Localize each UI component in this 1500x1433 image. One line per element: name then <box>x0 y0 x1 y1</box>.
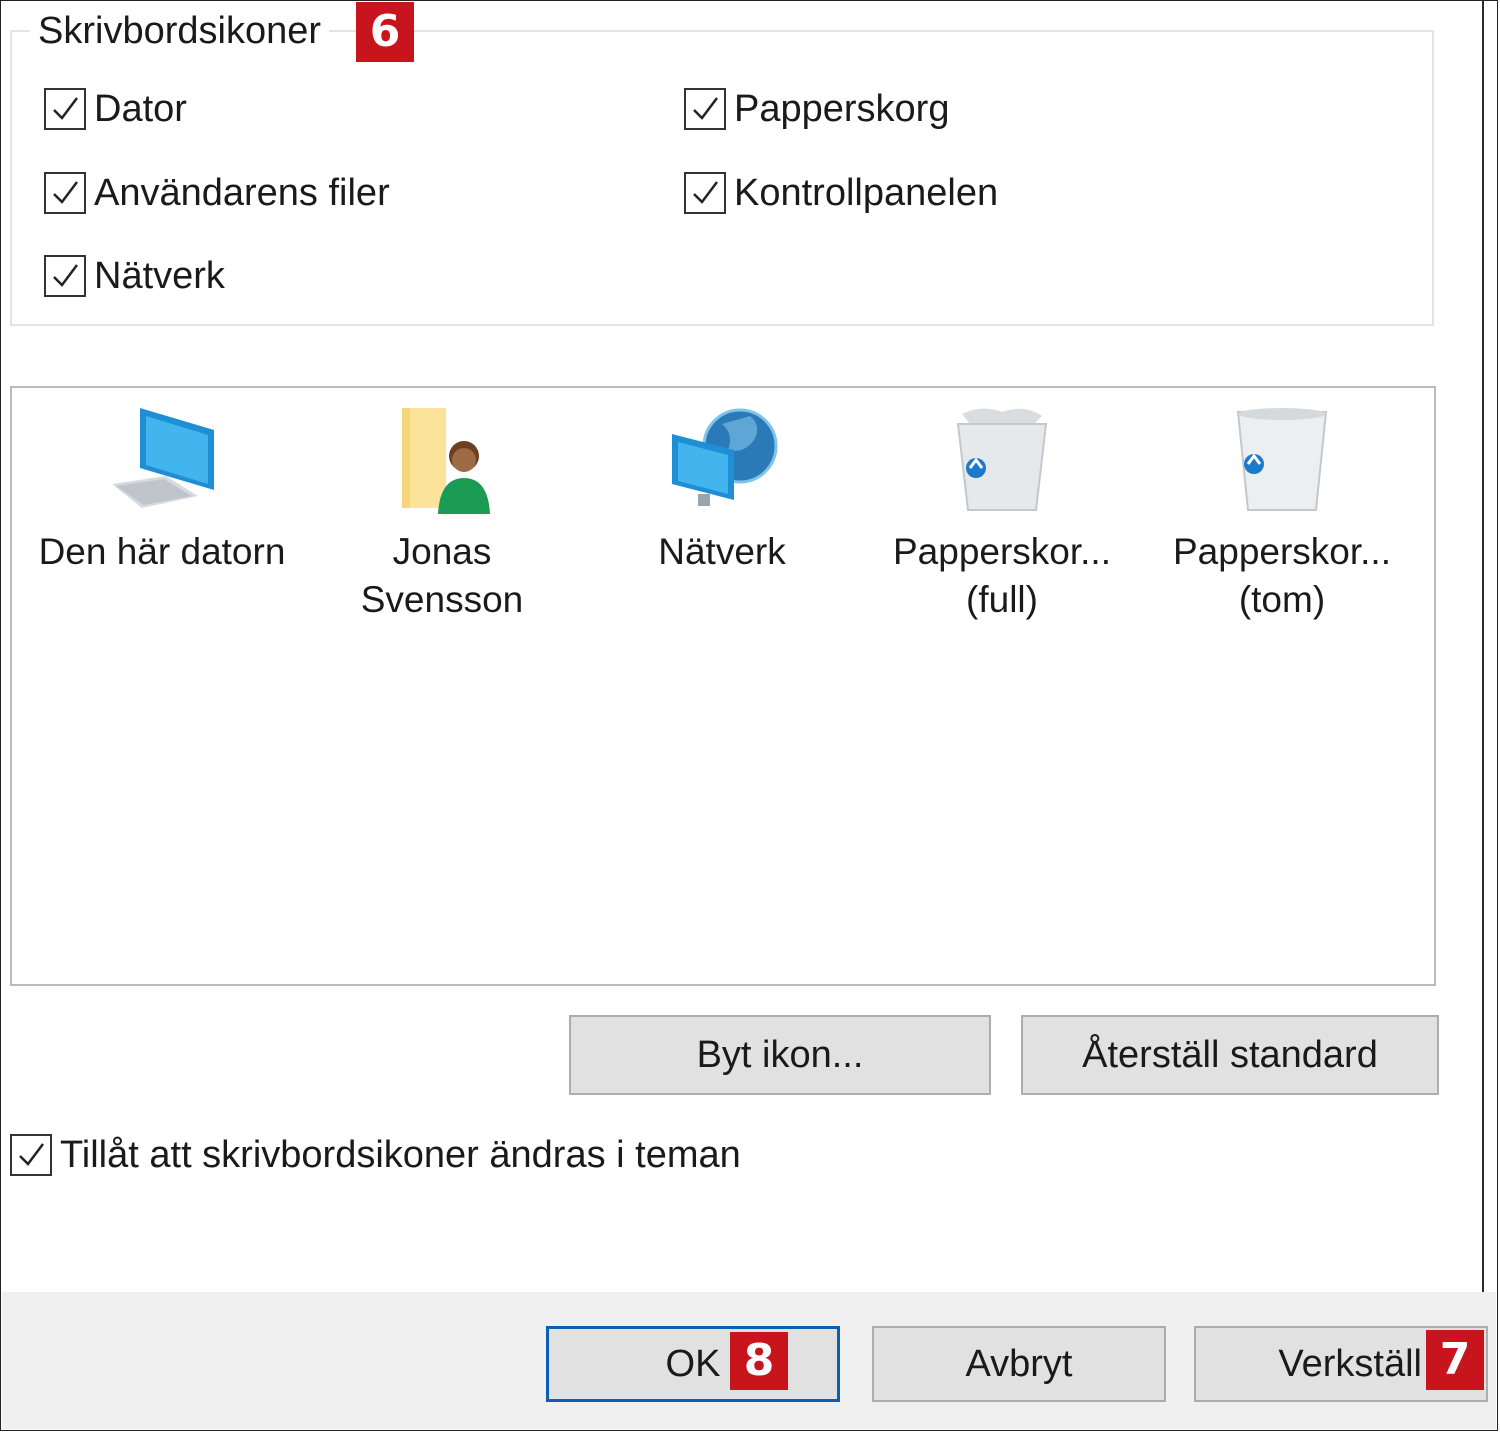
recycle-bin-full-icon <box>942 404 1062 516</box>
computer-icon <box>102 404 222 516</box>
checkbox-control-panel[interactable]: Kontrollpanelen <box>684 168 998 218</box>
icon-list[interactable]: Den här datorn Jonas Svensson Nätverk Pa… <box>10 386 1436 986</box>
recycle-bin-empty-icon <box>1222 404 1342 516</box>
list-item-recycle-bin-full[interactable]: Papperskor... (full) <box>862 404 1142 624</box>
checkbox-label: Användarens filer <box>94 171 390 214</box>
cancel-label: Avbryt <box>965 1342 1073 1385</box>
checkbox-box[interactable] <box>10 1134 52 1176</box>
icon-label-line2: Svensson <box>360 579 524 620</box>
checkbox-box[interactable] <box>684 172 726 214</box>
window-border <box>1482 0 1484 1292</box>
checkbox-label: Papperskorg <box>734 87 950 130</box>
checkbox-label: Kontrollpanelen <box>734 171 999 214</box>
user-folder-icon <box>382 404 502 516</box>
list-item-recycle-bin-empty[interactable]: Papperskor... (tom) <box>1142 404 1422 624</box>
checkbox-label: Tillåt att skrivbordsikoner ändras i tem… <box>60 1133 741 1176</box>
checkbox-label: Nätverk <box>94 254 225 297</box>
checkbox-allow-themes[interactable]: Tillåt att skrivbordsikoner ändras i tem… <box>10 1130 741 1180</box>
icon-label-line2: (full) <box>966 579 1038 620</box>
list-item-network[interactable]: Nätverk <box>582 404 862 576</box>
checkbox-user-files[interactable]: Användarens filer <box>44 168 390 218</box>
cancel-button[interactable]: Avbryt <box>872 1326 1166 1402</box>
ok-button[interactable]: OK <box>546 1326 840 1402</box>
list-item-user-files[interactable]: Jonas Svensson <box>302 404 582 624</box>
icon-label-line1: Papperskor... <box>1172 531 1391 572</box>
annotation-badge-7: 7 <box>1426 1330 1484 1390</box>
group-title: Skrivbordsikoner <box>30 8 329 54</box>
network-icon <box>662 404 782 516</box>
icon-label-line1: Jonas <box>392 531 492 572</box>
restore-default-button[interactable]: Återställ standard <box>1021 1015 1439 1095</box>
icon-label-line1: Papperskor... <box>892 531 1111 572</box>
change-icon-button[interactable]: Byt ikon... <box>569 1015 991 1095</box>
list-item-this-pc[interactable]: Den här datorn <box>22 404 302 576</box>
checkbox-recycle-bin[interactable]: Papperskorg <box>684 84 949 134</box>
ok-label: OK <box>665 1342 721 1385</box>
checkbox-computer[interactable]: Dator <box>44 84 187 134</box>
icon-label-line1: Den här datorn <box>38 531 286 572</box>
apply-label: Verkställ <box>1278 1342 1422 1385</box>
checkbox-box[interactable] <box>44 88 86 130</box>
checkbox-box[interactable] <box>44 172 86 214</box>
checkbox-box[interactable] <box>44 255 86 297</box>
icon-label-line1: Nätverk <box>658 531 786 572</box>
checkbox-label: Dator <box>94 87 187 130</box>
checkbox-box[interactable] <box>684 88 726 130</box>
annotation-badge-8: 8 <box>730 1332 788 1390</box>
checkbox-network[interactable]: Nätverk <box>44 251 225 301</box>
annotation-badge-6: 6 <box>356 2 414 62</box>
icon-label-line2: (tom) <box>1238 579 1326 620</box>
